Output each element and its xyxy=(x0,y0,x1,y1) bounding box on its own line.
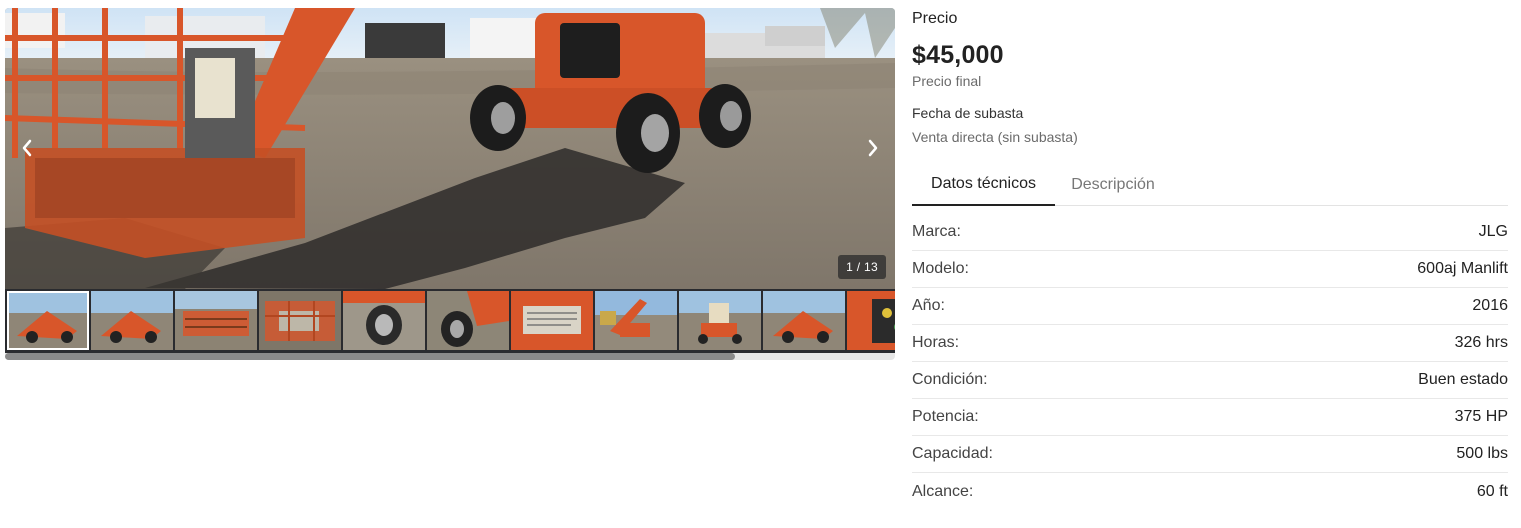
thumbnail-image xyxy=(427,291,509,350)
thumbnail-image xyxy=(847,291,895,350)
spec-value: Buen estado xyxy=(1418,371,1508,388)
spec-key: Alcance: xyxy=(912,482,974,500)
spec-key: Potencia: xyxy=(912,408,979,425)
thumbnail-image xyxy=(91,291,173,350)
price-type: Precio final xyxy=(912,73,982,89)
spec-key: Horas: xyxy=(912,334,960,351)
spec-key: Condición: xyxy=(912,371,988,388)
image-gallery: 1 / 13 xyxy=(5,8,895,360)
thumbnail-9[interactable] xyxy=(679,291,761,350)
spec-key: Marca: xyxy=(912,223,961,240)
thumbnail-row xyxy=(7,291,895,350)
main-photo[interactable]: 1 / 13 xyxy=(5,8,895,289)
thumbnail-image xyxy=(259,291,341,350)
tab-technical-data[interactable]: Datos técnicos xyxy=(912,163,1055,206)
spec-key: Capacidad: xyxy=(912,445,993,462)
spec-value: 500 lbs xyxy=(1456,445,1508,462)
spec-row-power: Potencia: 375 HP xyxy=(912,399,1508,436)
auction-date-label: Fecha de subasta xyxy=(912,105,1024,121)
spec-key: Modelo: xyxy=(912,260,969,277)
chevron-right-icon xyxy=(868,139,878,157)
thumbnail-image xyxy=(679,291,761,350)
thumbnail-4[interactable] xyxy=(259,291,341,350)
tab-description[interactable]: Descripción xyxy=(1055,163,1171,206)
thumbnail-strip[interactable] xyxy=(5,289,895,354)
spec-value: 60 ft xyxy=(1476,482,1508,500)
thumbnail-scrollbar[interactable] xyxy=(5,353,895,360)
thumbnail-image xyxy=(511,291,593,350)
spec-key: Año: xyxy=(912,297,945,314)
thumbnail-11[interactable] xyxy=(847,291,895,350)
image-counter: 1 / 13 xyxy=(838,255,886,279)
spec-value: 600aj Manlift xyxy=(1417,260,1508,277)
spec-row-capacity: Capacidad: 500 lbs xyxy=(912,436,1508,473)
thumbnail-image xyxy=(763,291,845,350)
details-tabs: Datos técnicos Descripción xyxy=(912,163,1508,206)
spec-value: 375 HP xyxy=(1454,408,1508,425)
thumbnail-6[interactable] xyxy=(427,291,509,350)
spec-value: 326 hrs xyxy=(1454,334,1508,351)
auction-date-value: Venta directa (sin subasta) xyxy=(912,129,1078,145)
main-photo-illustration xyxy=(5,8,895,289)
specs-table: Marca: JLG Modelo: 600aj Manlift Año: 20… xyxy=(912,214,1508,510)
thumbnail-image xyxy=(595,291,677,350)
thumbnail-3[interactable] xyxy=(175,291,257,350)
previous-image-button[interactable] xyxy=(15,133,39,163)
spec-row-hours: Horas: 326 hrs xyxy=(912,325,1508,362)
spec-value: JLG xyxy=(1478,223,1508,240)
spec-value: 2016 xyxy=(1472,297,1508,314)
thumbnail-image xyxy=(7,291,89,350)
price-label: Precio xyxy=(912,10,958,27)
thumbnail-8[interactable] xyxy=(595,291,677,350)
thumbnail-5[interactable] xyxy=(343,291,425,350)
thumbnail-7[interactable] xyxy=(511,291,593,350)
spec-row-condition: Condición: Buen estado xyxy=(912,362,1508,399)
thumbnail-10[interactable] xyxy=(763,291,845,350)
price-value: $45,000 xyxy=(912,41,1004,69)
spec-row-brand: Marca: JLG xyxy=(912,214,1508,251)
spec-row-year: Año: 2016 xyxy=(912,288,1508,325)
thumbnail-image xyxy=(343,291,425,350)
thumbnail-1[interactable] xyxy=(7,291,89,350)
spec-row-model: Modelo: 600aj Manlift xyxy=(912,251,1508,288)
chevron-left-icon xyxy=(22,139,32,157)
next-image-button[interactable] xyxy=(861,133,885,163)
spec-row-reach: Alcance: 60 ft xyxy=(912,473,1508,510)
thumbnail-image xyxy=(175,291,257,350)
thumbnail-2[interactable] xyxy=(91,291,173,350)
scrollbar-thumb[interactable] xyxy=(5,353,735,360)
